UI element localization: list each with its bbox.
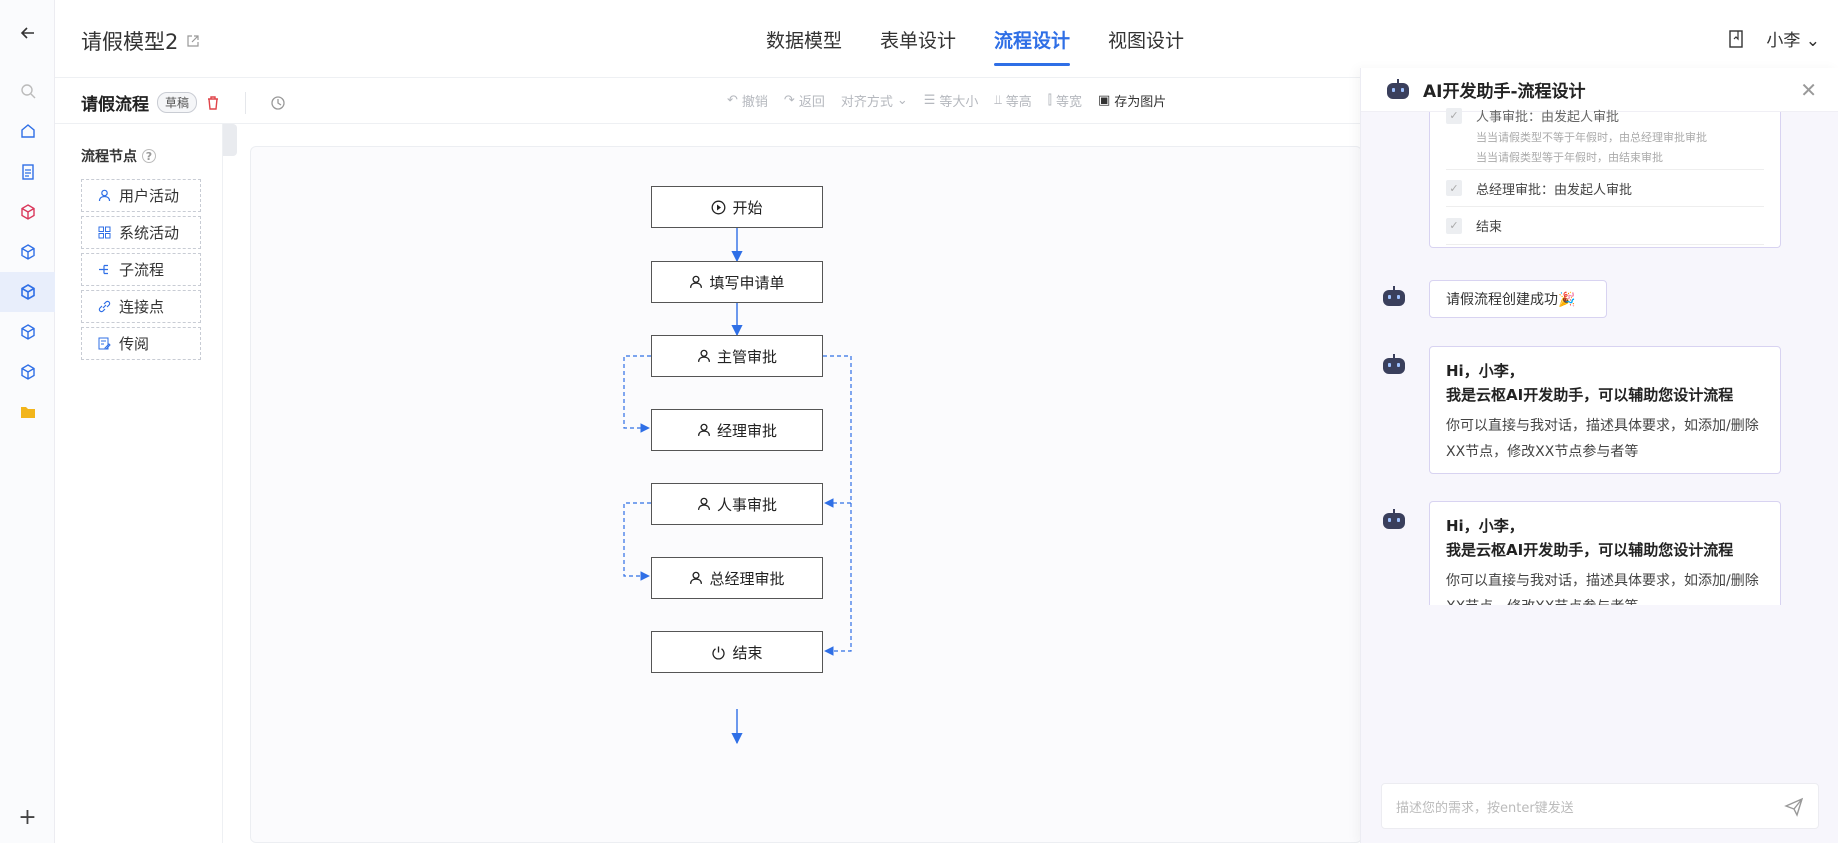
- edge-hr-end: [824, 503, 852, 656]
- undo-button[interactable]: ↶ 撤销: [727, 91, 768, 110]
- cube-red-icon[interactable]: [0, 192, 55, 232]
- book-icon[interactable]: [1728, 29, 1744, 48]
- step-hr-conditions: 当当请假类型不等于年假时，由总经理审批审批 当当请假类型等于年假时，由结束审批: [1476, 131, 1707, 164]
- main-tabs: 数据模型 表单设计 流程设计 视图设计: [747, 0, 1203, 78]
- ai-panel-title: AI开发助手-流程设计: [1423, 82, 1586, 102]
- status-badge: 草稿: [157, 92, 198, 113]
- send-icon[interactable]: [1782, 794, 1806, 818]
- greeting-message-2: Hi，小李， 我是云枢AI开发助手，可以辅助您设计流程 你可以直接与我对话，描述…: [1429, 501, 1781, 605]
- tab-view-design[interactable]: 视图设计: [1089, 0, 1203, 78]
- delete-icon[interactable]: [205, 95, 221, 111]
- search-icon[interactable]: [0, 71, 55, 111]
- flow-name: 请假流程: [81, 95, 149, 115]
- user-menu[interactable]: 小李 ⌄: [1766, 26, 1820, 51]
- cube-icon-3[interactable]: [0, 352, 55, 392]
- tab-flow-design[interactable]: 流程设计: [975, 0, 1089, 78]
- greeting-message-1: Hi，小李， 我是云枢AI开发助手，可以辅助您设计流程 你可以直接与我对话，描述…: [1429, 346, 1781, 474]
- flow-toolbar: 请假流程 草稿 ↶ 撤销 ↷ 返回 对齐方式 ⌄ ☰ 等大小 ⫫ 等高 ⫿ 等宽…: [55, 78, 1360, 124]
- model-title-text: 请假模型2: [81, 30, 179, 54]
- robot-icon: [1383, 286, 1405, 306]
- align-dropdown[interactable]: 对齐方式 ⌄: [841, 91, 908, 110]
- edge-supervisor-manager: [623, 355, 651, 433]
- user-icon: [98, 189, 111, 202]
- check-icon: ✓: [1446, 217, 1462, 234]
- close-icon[interactable]: ✕: [1800, 78, 1817, 102]
- tab-data-model[interactable]: 数据模型: [747, 0, 861, 78]
- top-header: 请假模型2 数据模型 表单设计 流程设计 视图设计 小李 ⌄: [55, 0, 1838, 78]
- check-icon: ✓: [1446, 180, 1462, 196]
- cube-icon-2[interactable]: [0, 312, 55, 352]
- redo-button[interactable]: ↷ 返回: [784, 91, 825, 110]
- same-width-button[interactable]: ⫿ 等宽: [1048, 91, 1082, 110]
- robot-icon: [1383, 509, 1405, 529]
- user-icon: [697, 349, 711, 362]
- node-start[interactable]: 开始: [651, 186, 823, 228]
- robot-icon: [1383, 354, 1405, 374]
- cube-icon[interactable]: [0, 232, 55, 272]
- edge-hr-gm: [623, 502, 651, 581]
- robot-icon: [1387, 78, 1409, 99]
- document-icon[interactable]: [0, 152, 55, 192]
- add-icon[interactable]: +: [0, 805, 55, 830]
- node-gm-approval[interactable]: 总经理审批: [651, 557, 823, 599]
- top-right-area: 小李 ⌄: [1728, 26, 1820, 51]
- palette-user-activity[interactable]: 用户活动: [81, 179, 201, 212]
- node-hr-approval[interactable]: 人事审批: [651, 483, 823, 525]
- save-image-button[interactable]: ▣ 存为图片: [1098, 91, 1166, 110]
- palette-system-activity[interactable]: 系统活动: [81, 216, 201, 249]
- node-supervisor-approval[interactable]: 主管审批: [651, 335, 823, 377]
- user-icon: [697, 423, 711, 436]
- palette-title: 流程节点 ?: [81, 146, 156, 166]
- ai-message-input[interactable]: 描述您的需求，按enter键发送: [1381, 783, 1819, 829]
- steps-bubble: ✓ 人事审批：由发起人审批 当当请假类型不等于年假时，由总经理审批审批 当当请假…: [1429, 107, 1781, 248]
- ai-assistant-panel: AI开发助手-流程设计 ✕ ✓ 人事审批：由发起人审批 当当请假类型不等于年假时…: [1360, 68, 1838, 843]
- node-manager-approval[interactable]: 经理审批: [651, 409, 823, 451]
- tool-group: ↶ 撤销 ↷ 返回 对齐方式 ⌄ ☰ 等大小 ⫫ 等高 ⫿ 等宽 ▣ 存为图片: [727, 91, 1166, 110]
- help-icon[interactable]: ?: [142, 149, 156, 163]
- user-icon: [690, 275, 703, 288]
- grid-icon: [98, 226, 111, 239]
- step-gm: ✓ 总经理审批：由发起人审批: [1446, 169, 1764, 207]
- back-arrow-icon[interactable]: [0, 13, 55, 53]
- external-link-icon[interactable]: [186, 34, 200, 48]
- subflow-icon: [99, 264, 108, 275]
- palette-connector[interactable]: 连接点: [81, 290, 201, 323]
- edge-supervisor-hr: [823, 355, 852, 508]
- node-fill-application[interactable]: 填写申请单: [651, 261, 823, 303]
- flow-title: 请假流程 草稿: [81, 90, 286, 115]
- tab-form-design[interactable]: 表单设计: [861, 0, 975, 78]
- same-height-button[interactable]: ⫫ 等高: [994, 91, 1031, 110]
- folder-icon[interactable]: [0, 392, 55, 432]
- user-icon: [690, 571, 703, 584]
- node-palette: 流程节点 ? 用户活动 系统活动 子流程 连接点 传阅: [55, 124, 223, 843]
- power-icon: [712, 646, 726, 659]
- home-icon[interactable]: [0, 111, 55, 151]
- model-title: 请假模型2: [81, 26, 200, 56]
- check-icon: ✓: [1446, 107, 1462, 124]
- success-message: 请假流程创建成功🎉: [1429, 280, 1607, 318]
- step-end: ✓ 结束: [1446, 207, 1764, 245]
- palette-circulate[interactable]: 传阅: [81, 327, 201, 360]
- app-root: + 请假模型2 数据模型 表单设计 流程设计 视图设计 小李 ⌄ 请假流程 草稿…: [0, 0, 1838, 843]
- palette-collapse-handle[interactable]: [223, 124, 237, 156]
- palette-subflow[interactable]: 子流程: [81, 253, 201, 286]
- history-icon[interactable]: [270, 95, 286, 111]
- user-icon: [697, 497, 711, 510]
- flow-canvas[interactable]: 开始 填写申请单 主管审批 经理审批 人事审批 总经理审批 结束: [250, 146, 1362, 843]
- node-end[interactable]: 结束: [651, 631, 823, 673]
- same-size-button[interactable]: ☰ 等大小: [924, 91, 979, 110]
- cube-active-icon[interactable]: [0, 272, 55, 312]
- step-hr: ✓ 人事审批：由发起人审批: [1446, 106, 1619, 125]
- link-icon: [98, 300, 111, 313]
- play-icon: [712, 200, 726, 214]
- edit-doc-icon: [98, 337, 111, 350]
- left-rail: +: [0, 0, 55, 843]
